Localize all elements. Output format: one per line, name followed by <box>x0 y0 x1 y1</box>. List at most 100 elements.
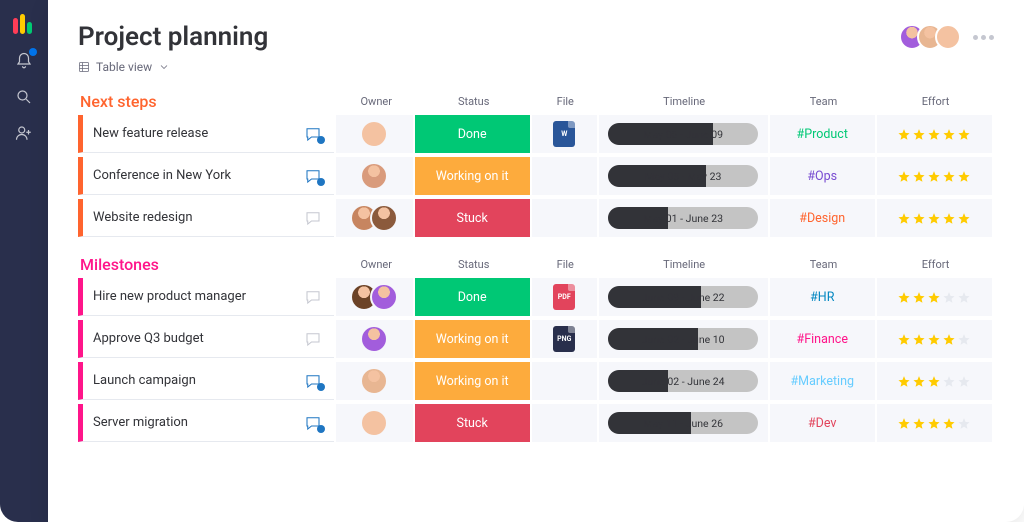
star-icon[interactable] <box>897 332 911 346</box>
star-icon[interactable] <box>912 416 926 430</box>
timeline-cell[interactable]: May 11 - June 26 <box>599 404 768 442</box>
file-word-icon[interactable]: W <box>553 121 575 147</box>
timeline-cell[interactable]: June 09 - June 22 <box>599 278 768 316</box>
star-icon[interactable] <box>912 211 926 225</box>
timeline-cell[interactable]: June 02 - June 24 <box>599 362 768 400</box>
timeline-cell[interactable]: May 08 - June 09 <box>599 115 768 153</box>
timeline-cell[interactable]: June 02 - June 10 <box>599 320 768 358</box>
column-header-status[interactable]: Status <box>415 258 532 271</box>
owner-cell[interactable] <box>336 362 413 400</box>
file-cell[interactable] <box>532 157 597 195</box>
star-icon[interactable] <box>957 169 971 183</box>
star-icon[interactable] <box>912 169 926 183</box>
owner-avatar[interactable] <box>370 283 398 311</box>
star-icon[interactable] <box>927 374 941 388</box>
star-icon[interactable] <box>927 332 941 346</box>
file-cell[interactable]: PDF <box>532 278 597 316</box>
star-icon[interactable] <box>957 416 971 430</box>
effort-cell[interactable] <box>877 199 992 237</box>
board-title[interactable]: Project planning <box>78 22 268 52</box>
owner-avatar[interactable] <box>360 367 388 395</box>
effort-cell[interactable] <box>877 278 992 316</box>
owner-avatar[interactable] <box>360 409 388 437</box>
owner-cell[interactable] <box>336 115 413 153</box>
app-logo-icon[interactable] <box>13 12 35 34</box>
effort-cell[interactable] <box>877 115 992 153</box>
search-icon[interactable] <box>15 88 33 106</box>
star-icon[interactable] <box>942 211 956 225</box>
task-name-cell[interactable]: Conference in New York <box>78 157 334 195</box>
column-header-file[interactable]: File <box>532 258 598 271</box>
column-header-effort[interactable]: Effort <box>877 258 994 271</box>
task-name-cell[interactable]: Server migration <box>78 404 334 442</box>
owner-cell[interactable] <box>336 199 413 237</box>
star-icon[interactable] <box>942 332 956 346</box>
star-icon[interactable] <box>957 290 971 304</box>
owner-cell[interactable] <box>336 157 413 195</box>
conversation-icon[interactable] <box>304 167 324 185</box>
star-icon[interactable] <box>912 290 926 304</box>
member-avatar[interactable] <box>935 24 961 50</box>
star-icon[interactable] <box>912 374 926 388</box>
task-row[interactable]: New feature releaseDoneWMay 08 - June 09… <box>78 115 994 153</box>
task-row[interactable]: Hire new product manager Done PDF June 09 -… <box>78 278 994 316</box>
status-cell[interactable]: Working on it <box>415 362 530 400</box>
task-row[interactable]: Website redesignStuckMay 01 - June 23#De… <box>78 199 994 237</box>
conversation-icon[interactable] <box>304 330 324 348</box>
task-name-cell[interactable]: Hire new product manager <box>78 278 334 316</box>
star-icon[interactable] <box>927 416 941 430</box>
star-icon[interactable] <box>957 332 971 346</box>
star-icon[interactable] <box>942 290 956 304</box>
board-members[interactable] <box>907 24 961 50</box>
timeline-cell[interactable]: May 05 - May 23 <box>599 157 768 195</box>
status-cell[interactable]: Done <box>415 115 530 153</box>
status-cell[interactable]: Working on it <box>415 320 530 358</box>
owner-avatar[interactable] <box>370 204 398 232</box>
conversation-icon[interactable] <box>304 414 324 432</box>
column-header-status[interactable]: Status <box>415 95 532 108</box>
task-row[interactable]: Conference in New York Working on it May 0… <box>78 157 994 195</box>
owner-avatar[interactable] <box>360 162 388 190</box>
star-icon[interactable] <box>897 374 911 388</box>
file-cell[interactable]: PNG <box>532 320 597 358</box>
star-icon[interactable] <box>957 127 971 141</box>
team-cell[interactable]: #Finance <box>770 320 875 358</box>
conversation-icon[interactable] <box>304 372 324 390</box>
star-icon[interactable] <box>927 169 941 183</box>
notifications-icon[interactable] <box>15 52 33 70</box>
star-icon[interactable] <box>897 211 911 225</box>
file-png-icon[interactable]: PNG <box>553 326 575 352</box>
star-icon[interactable] <box>897 169 911 183</box>
group-title[interactable]: Next steps <box>78 92 337 111</box>
star-icon[interactable] <box>912 127 926 141</box>
team-cell[interactable]: #HR <box>770 278 875 316</box>
status-cell[interactable]: Working on it <box>415 157 530 195</box>
owner-avatar[interactable] <box>360 325 388 353</box>
owner-cell[interactable] <box>336 278 413 316</box>
star-icon[interactable] <box>912 332 926 346</box>
column-header-team[interactable]: Team <box>770 95 877 108</box>
star-icon[interactable] <box>927 211 941 225</box>
file-cell[interactable]: W <box>532 115 597 153</box>
file-pdf-icon[interactable]: PDF <box>553 284 575 310</box>
column-header-timeline[interactable]: Timeline <box>598 95 770 108</box>
team-cell[interactable]: #Ops <box>770 157 875 195</box>
column-header-team[interactable]: Team <box>770 258 877 271</box>
effort-cell[interactable] <box>877 157 992 195</box>
invite-user-icon[interactable] <box>15 124 33 142</box>
star-icon[interactable] <box>942 169 956 183</box>
conversation-icon[interactable] <box>304 288 324 306</box>
task-row[interactable]: Server migrationStuckMay 11 - June 26#De… <box>78 404 994 442</box>
column-header-owner[interactable]: Owner <box>337 258 415 271</box>
star-icon[interactable] <box>942 416 956 430</box>
owner-cell[interactable] <box>336 404 413 442</box>
task-row[interactable]: Approve Q3 budgetWorking on itPNGJune 02… <box>78 320 994 358</box>
status-cell[interactable]: Done <box>415 278 530 316</box>
star-icon[interactable] <box>942 374 956 388</box>
column-header-owner[interactable]: Owner <box>337 95 415 108</box>
star-icon[interactable] <box>927 290 941 304</box>
task-name-cell[interactable]: Website redesign <box>78 199 334 237</box>
star-icon[interactable] <box>897 416 911 430</box>
file-cell[interactable] <box>532 199 597 237</box>
conversation-icon[interactable] <box>304 209 324 227</box>
